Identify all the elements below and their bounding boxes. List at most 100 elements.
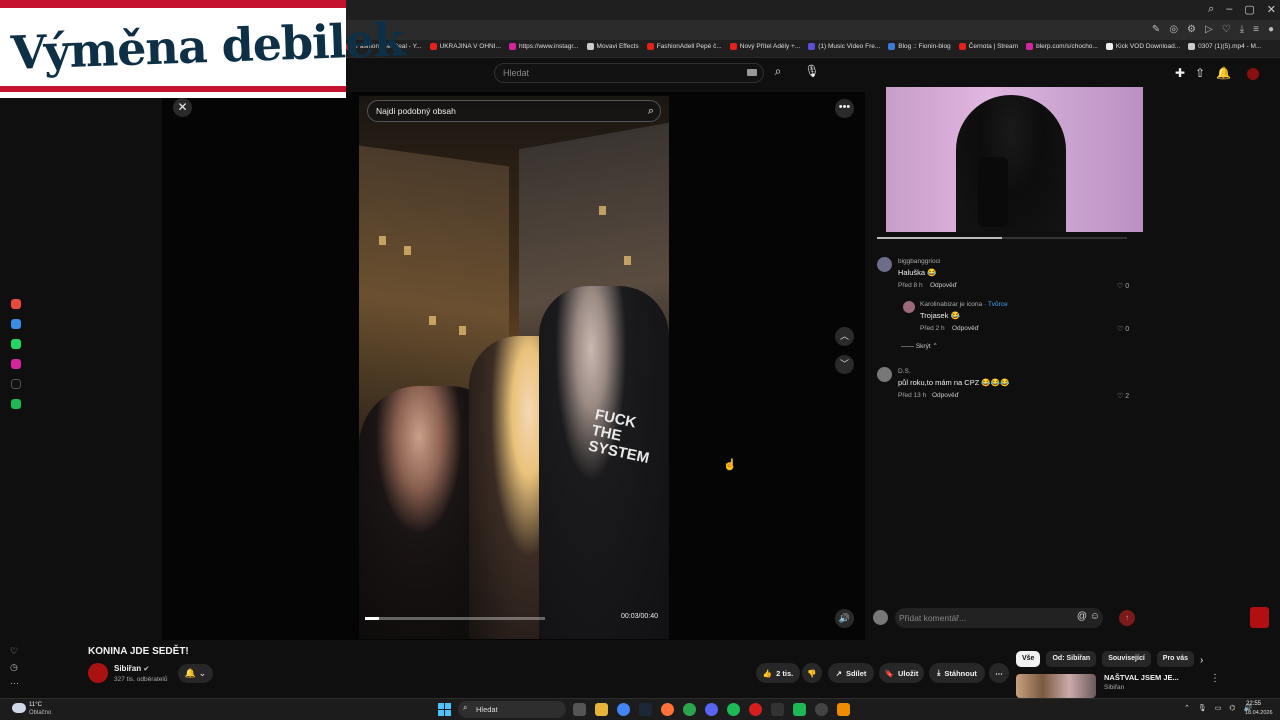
menu-icon[interactable]: ≡ [1253, 24, 1259, 35]
heart-icon[interactable]: ♡ [1222, 24, 1231, 35]
download-icon[interactable]: ⤓ [1240, 24, 1244, 35]
dislike-button[interactable]: 👎 [802, 663, 822, 683]
vlc-icon[interactable] [837, 703, 850, 716]
chip-from-channel[interactable]: Od: Sibiřan [1046, 651, 1097, 667]
chrome-icon[interactable] [617, 703, 630, 716]
mic-icon[interactable]: 🎙 [1198, 704, 1207, 712]
cloud-icon[interactable] [12, 703, 26, 713]
comment-avatar[interactable] [903, 301, 915, 313]
chip-for-you[interactable]: Pro vás [1156, 651, 1195, 667]
opera-icon[interactable] [749, 703, 762, 716]
volume-button[interactable]: 🔊 [835, 609, 854, 628]
minimize-icon[interactable]: – [1226, 3, 1232, 16]
windows-start-icon[interactable] [438, 703, 451, 716]
steam-icon[interactable] [639, 703, 652, 716]
chip-related[interactable]: Související [1102, 651, 1151, 667]
firefox-icon[interactable] [661, 703, 674, 716]
tiktok-icon[interactable] [11, 379, 21, 389]
app-icon-gmail[interactable] [11, 299, 21, 309]
download-button[interactable]: ⤓ Stáhnout [929, 663, 985, 683]
clock-date[interactable]: 18.04.2026 [1245, 710, 1273, 716]
create-icon[interactable]: ✚ [1173, 66, 1187, 80]
reply-button[interactable]: Odpověď [930, 282, 957, 289]
like-button[interactable]: ♡ 0 [1117, 282, 1129, 290]
mention-icon[interactable]: @ [1077, 611, 1087, 622]
next-video-button[interactable]: ﹀ [835, 355, 854, 374]
whatsapp-icon[interactable] [11, 339, 21, 349]
video-frame[interactable]: FUCK THE SYSTEM Najdi podobný obsah ⌕ 00… [359, 96, 669, 639]
app-icon-green[interactable] [683, 703, 696, 716]
heart-icon[interactable]: ♡ [10, 646, 18, 657]
comment-input[interactable]: Přidat komentář... @ ☺ [895, 608, 1103, 628]
taskbar-search[interactable]: ⌕ Hledat [458, 701, 566, 718]
share-button[interactable]: ↗ Sdílet [828, 663, 874, 683]
previous-video-button[interactable]: ︿ [835, 327, 854, 346]
edit-icon[interactable]: ✎ [1152, 24, 1160, 35]
bookmark-item[interactable]: 0307 (1)(5).mp4 - M... [1188, 43, 1261, 50]
weather-desc[interactable]: Oblačno [29, 710, 51, 716]
profile-icon[interactable]: ● [1268, 24, 1274, 35]
weather-temp[interactable]: 11°C [29, 702, 42, 708]
more-icon[interactable]: ⋯ [10, 678, 19, 689]
similar-content-search[interactable]: Najdi podobný obsah ⌕ [367, 100, 661, 122]
spotify-icon[interactable] [11, 399, 21, 409]
send-button[interactable]: ↑ [1119, 610, 1135, 626]
bookmark-item[interactable]: Černota | Stream [958, 43, 1018, 50]
clock-time[interactable]: 22:55 [1246, 701, 1261, 707]
chip-all[interactable]: Vše [1016, 651, 1041, 667]
messenger-icon[interactable] [11, 319, 21, 329]
network-icon[interactable]: ⌬ [1229, 704, 1235, 712]
bookmark-item[interactable]: (1) Music Video Fre... [808, 43, 880, 50]
app-icon-green-square[interactable] [793, 703, 806, 716]
recommended-thumbnail[interactable] [1016, 674, 1096, 698]
reply-button[interactable]: Odpověď [952, 325, 979, 332]
discord-icon[interactable] [705, 703, 718, 716]
chevron-up-icon[interactable]: ⌃ [1184, 704, 1190, 712]
channel-name[interactable]: Sibiřan ✔ [114, 664, 149, 673]
search-icon[interactable]: ⌕ [648, 105, 654, 118]
file-explorer-icon[interactable] [595, 703, 608, 716]
app-icon-globe[interactable] [815, 703, 828, 716]
comment-author[interactable]: D.S. [898, 368, 911, 375]
avatar[interactable] [1247, 68, 1259, 80]
task-view-icon[interactable] [573, 703, 586, 716]
save-button[interactable]: 🔖 Uložit [879, 663, 924, 683]
close-button[interactable]: ✕ [173, 98, 192, 117]
bookmark-item[interactable]: UKRAJINA V OHNI... [429, 43, 501, 50]
like-button[interactable]: 👍 2 tis. [756, 663, 800, 683]
like-button[interactable]: ♡ 0 [1117, 325, 1129, 333]
search-button[interactable]: ⌕ [768, 64, 788, 82]
search-icon[interactable]: ⌕ [1208, 3, 1214, 16]
bell-icon[interactable]: 🔔 [1216, 66, 1231, 80]
comment-author[interactable]: Karolinabizar je icona · Tvůrce [920, 301, 1008, 308]
bookmark-item[interactable]: Blog :: Fionin-blog [888, 43, 951, 50]
spotify-icon[interactable] [727, 703, 740, 716]
reply-button[interactable]: Odpověď [932, 392, 959, 399]
like-button[interactable]: ♡ 2 [1117, 392, 1129, 400]
upload-icon[interactable]: ⇧ [1193, 66, 1207, 80]
more-actions-button[interactable]: ⋯ [989, 663, 1009, 683]
bookmark-item[interactable]: FashionAdell Pepé č... [646, 43, 722, 50]
progress-bar[interactable] [365, 617, 545, 620]
instagram-icon[interactable] [11, 359, 21, 369]
bookmark-item[interactable]: Movavi Effects [586, 43, 639, 50]
settings-icon[interactable]: ⚙ [1187, 24, 1196, 35]
bookmark-item[interactable]: Nový Přítel Adély +... [729, 43, 800, 50]
play-icon[interactable]: ▷ [1205, 24, 1213, 35]
comment-author[interactable]: biggbanggrioci [898, 258, 940, 265]
bookmark-item[interactable]: blerp.com/s/chocho... [1026, 43, 1098, 50]
bookmark-item[interactable]: Kick VOD Download... [1105, 43, 1180, 50]
emoji-icon[interactable]: ☺ [1090, 611, 1100, 622]
kebab-menu-icon[interactable]: ⋮ [1210, 673, 1220, 684]
recommended-channel[interactable]: Sibiřan [1104, 684, 1124, 691]
display-icon[interactable]: ▭ [1215, 704, 1222, 712]
notification-bell-button[interactable]: 🔔 ⌄ [178, 664, 213, 683]
mic-icon[interactable]: 🎙 [803, 64, 821, 82]
app-icon-dark[interactable] [771, 703, 784, 716]
channel-avatar[interactable] [88, 663, 108, 683]
recommended-title[interactable]: NAŠTVAL JSEM JE... [1104, 673, 1179, 682]
chevron-right-icon[interactable]: › [1200, 655, 1203, 666]
close-icon[interactable]: ✕ [1267, 3, 1276, 16]
comment-avatar[interactable] [877, 367, 892, 382]
bookmark-item[interactable]: https://www.instagr... [508, 43, 579, 50]
